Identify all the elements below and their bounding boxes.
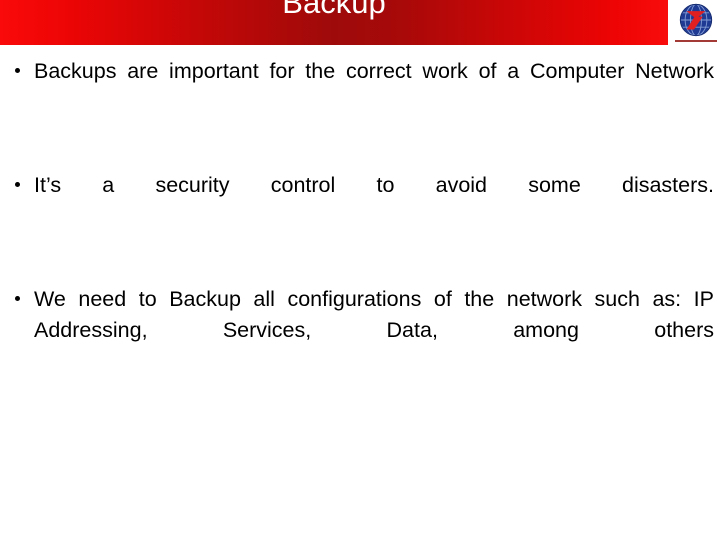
slide-header: Backup [0, 0, 668, 45]
bullet-text: It’s a security control to avoid some di… [34, 173, 714, 197]
globe-logo-icon [679, 3, 713, 37]
bullet-text: We need to Backup all configurations of … [34, 287, 714, 342]
bullet-marker-icon [15, 182, 20, 187]
slide-content: Backups are important for the correct wo… [8, 56, 714, 526]
page-title: Backup [282, 0, 386, 20]
bullet-marker-icon [15, 68, 20, 73]
bullet-item: It’s a security control to avoid some di… [8, 170, 714, 232]
bullet-item: We need to Backup all configurations of … [8, 284, 714, 377]
logo [672, 2, 720, 48]
logo-underline [675, 40, 717, 42]
bullet-item: Backups are important for the correct wo… [8, 56, 714, 118]
bullet-text: Backups are important for the correct wo… [34, 59, 714, 83]
bullet-marker-icon [15, 296, 20, 301]
slide: Backup Backups are important for the cor… [0, 0, 720, 540]
